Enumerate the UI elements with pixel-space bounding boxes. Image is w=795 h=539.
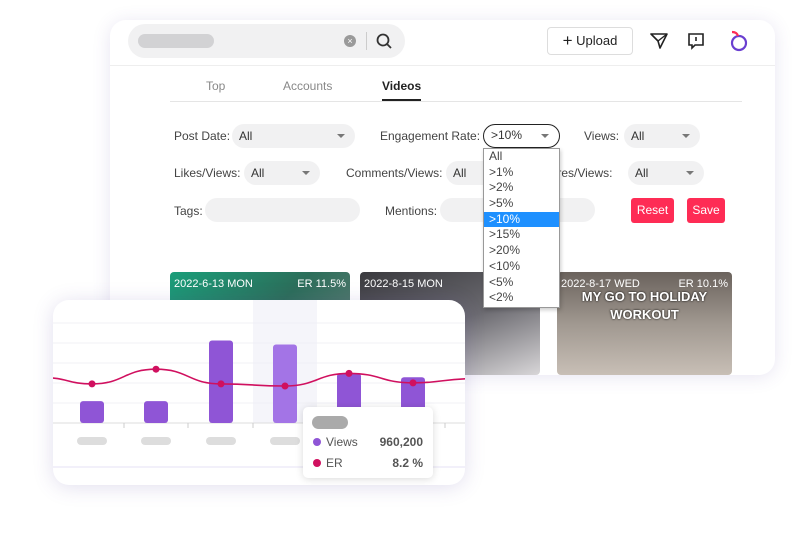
search-input[interactable]: × [128,24,405,58]
shares-views-select[interactable]: All [628,161,704,185]
er-point [281,382,289,390]
views-select[interactable]: All [624,124,700,148]
views-bar [80,401,104,423]
dropdown-option[interactable]: All [484,149,559,165]
caret-down-icon [686,171,694,175]
dropdown-option[interactable]: <2% [484,290,559,306]
tooltip-views-value: 960,200 [379,435,423,449]
tab-accounts[interactable]: Accounts [283,79,332,93]
header-divider [110,65,775,66]
dropdown-option[interactable]: >2% [484,180,559,196]
dropdown-option[interactable]: >15% [484,227,559,243]
views-legend-dot [313,438,321,446]
video-er: ER 11.5% [297,278,346,290]
tabs-divider [170,101,742,102]
tooltip-er-value: 8.2 % [392,456,423,470]
divider [366,32,367,50]
likes-views-label: Likes/Views: [174,166,241,180]
tooltip-er-label: ER [326,456,343,470]
er-point [345,369,353,377]
dropdown-option[interactable]: <5% [484,275,559,291]
shares-views-value: All [635,166,649,180]
er-point [88,380,96,388]
x-tick-label-placeholder [270,437,300,445]
caret-down-icon [302,171,310,175]
er-point [152,365,160,373]
post-date-value: All [239,129,253,143]
engagement-rate-dropdown: All >1% >2% >5% >10% >15% >20% <10% <5% <2% [483,148,560,308]
dropdown-option[interactable]: >5% [484,196,559,212]
plus-icon: + [562,31,573,50]
message-icon[interactable] [687,32,705,50]
tooltip-views-label: Views [326,435,358,449]
er-point [217,380,225,388]
video-date: 2022-6-13 MON [174,278,253,290]
save-button[interactable]: Save [687,198,725,223]
mentions-label: Mentions: [385,204,438,218]
video-card[interactable]: 2022-8-17 WED ER 10.1% MY GO TO HOLIDAY W… [557,272,732,375]
x-tick-label-placeholder [77,437,107,445]
tab-videos[interactable]: Videos [382,79,421,93]
search-icon[interactable] [376,33,392,49]
chart-tooltip: Views 960,200 ER 8.2 % [303,407,433,478]
engagement-rate-select[interactable]: >10% [483,124,560,148]
video-date: 2022-8-15 MON [364,278,443,290]
er-legend-dot [313,459,321,467]
post-date-label: Post Date: [174,129,231,143]
engagement-rate-value: >10% [491,128,523,142]
comments-views-value: All [453,166,467,180]
caret-down-icon [541,134,549,138]
video-caption: MY GO TO HOLIDAY WORKOUT [581,289,708,322]
active-tab-underline [382,99,421,101]
send-icon[interactable] [650,32,668,50]
dropdown-option[interactable]: >20% [484,243,559,259]
dropdown-option[interactable]: >1% [484,165,559,181]
upload-button[interactable]: + Upload [547,27,633,55]
views-label: Views: [584,129,620,143]
profile-icon[interactable] [729,30,749,52]
caret-down-icon [682,134,690,138]
post-date-select[interactable]: All [232,124,355,148]
views-bar [144,401,168,423]
tooltip-title-placeholder [312,416,348,429]
x-tick-label-placeholder [206,437,236,445]
upload-label: Upload [576,33,618,48]
dropdown-option[interactable]: <10% [484,259,559,275]
comments-views-label: Comments/Views: [346,166,443,180]
dropdown-option[interactable]: >10% [484,211,559,228]
tab-top[interactable]: Top [206,79,225,93]
reset-button[interactable]: Reset [631,198,674,223]
likes-views-value: All [251,166,265,180]
engagement-rate-label: Engagement Rate: [380,129,481,143]
likes-views-select[interactable]: All [244,161,320,185]
tags-label: Tags: [174,204,203,218]
views-value: All [631,129,645,143]
clear-icon[interactable]: × [344,35,356,47]
tags-input[interactable] [205,198,360,222]
x-tick-label-placeholder [141,437,171,445]
search-placeholder [138,34,214,48]
caret-down-icon [337,134,345,138]
er-point [409,379,417,387]
